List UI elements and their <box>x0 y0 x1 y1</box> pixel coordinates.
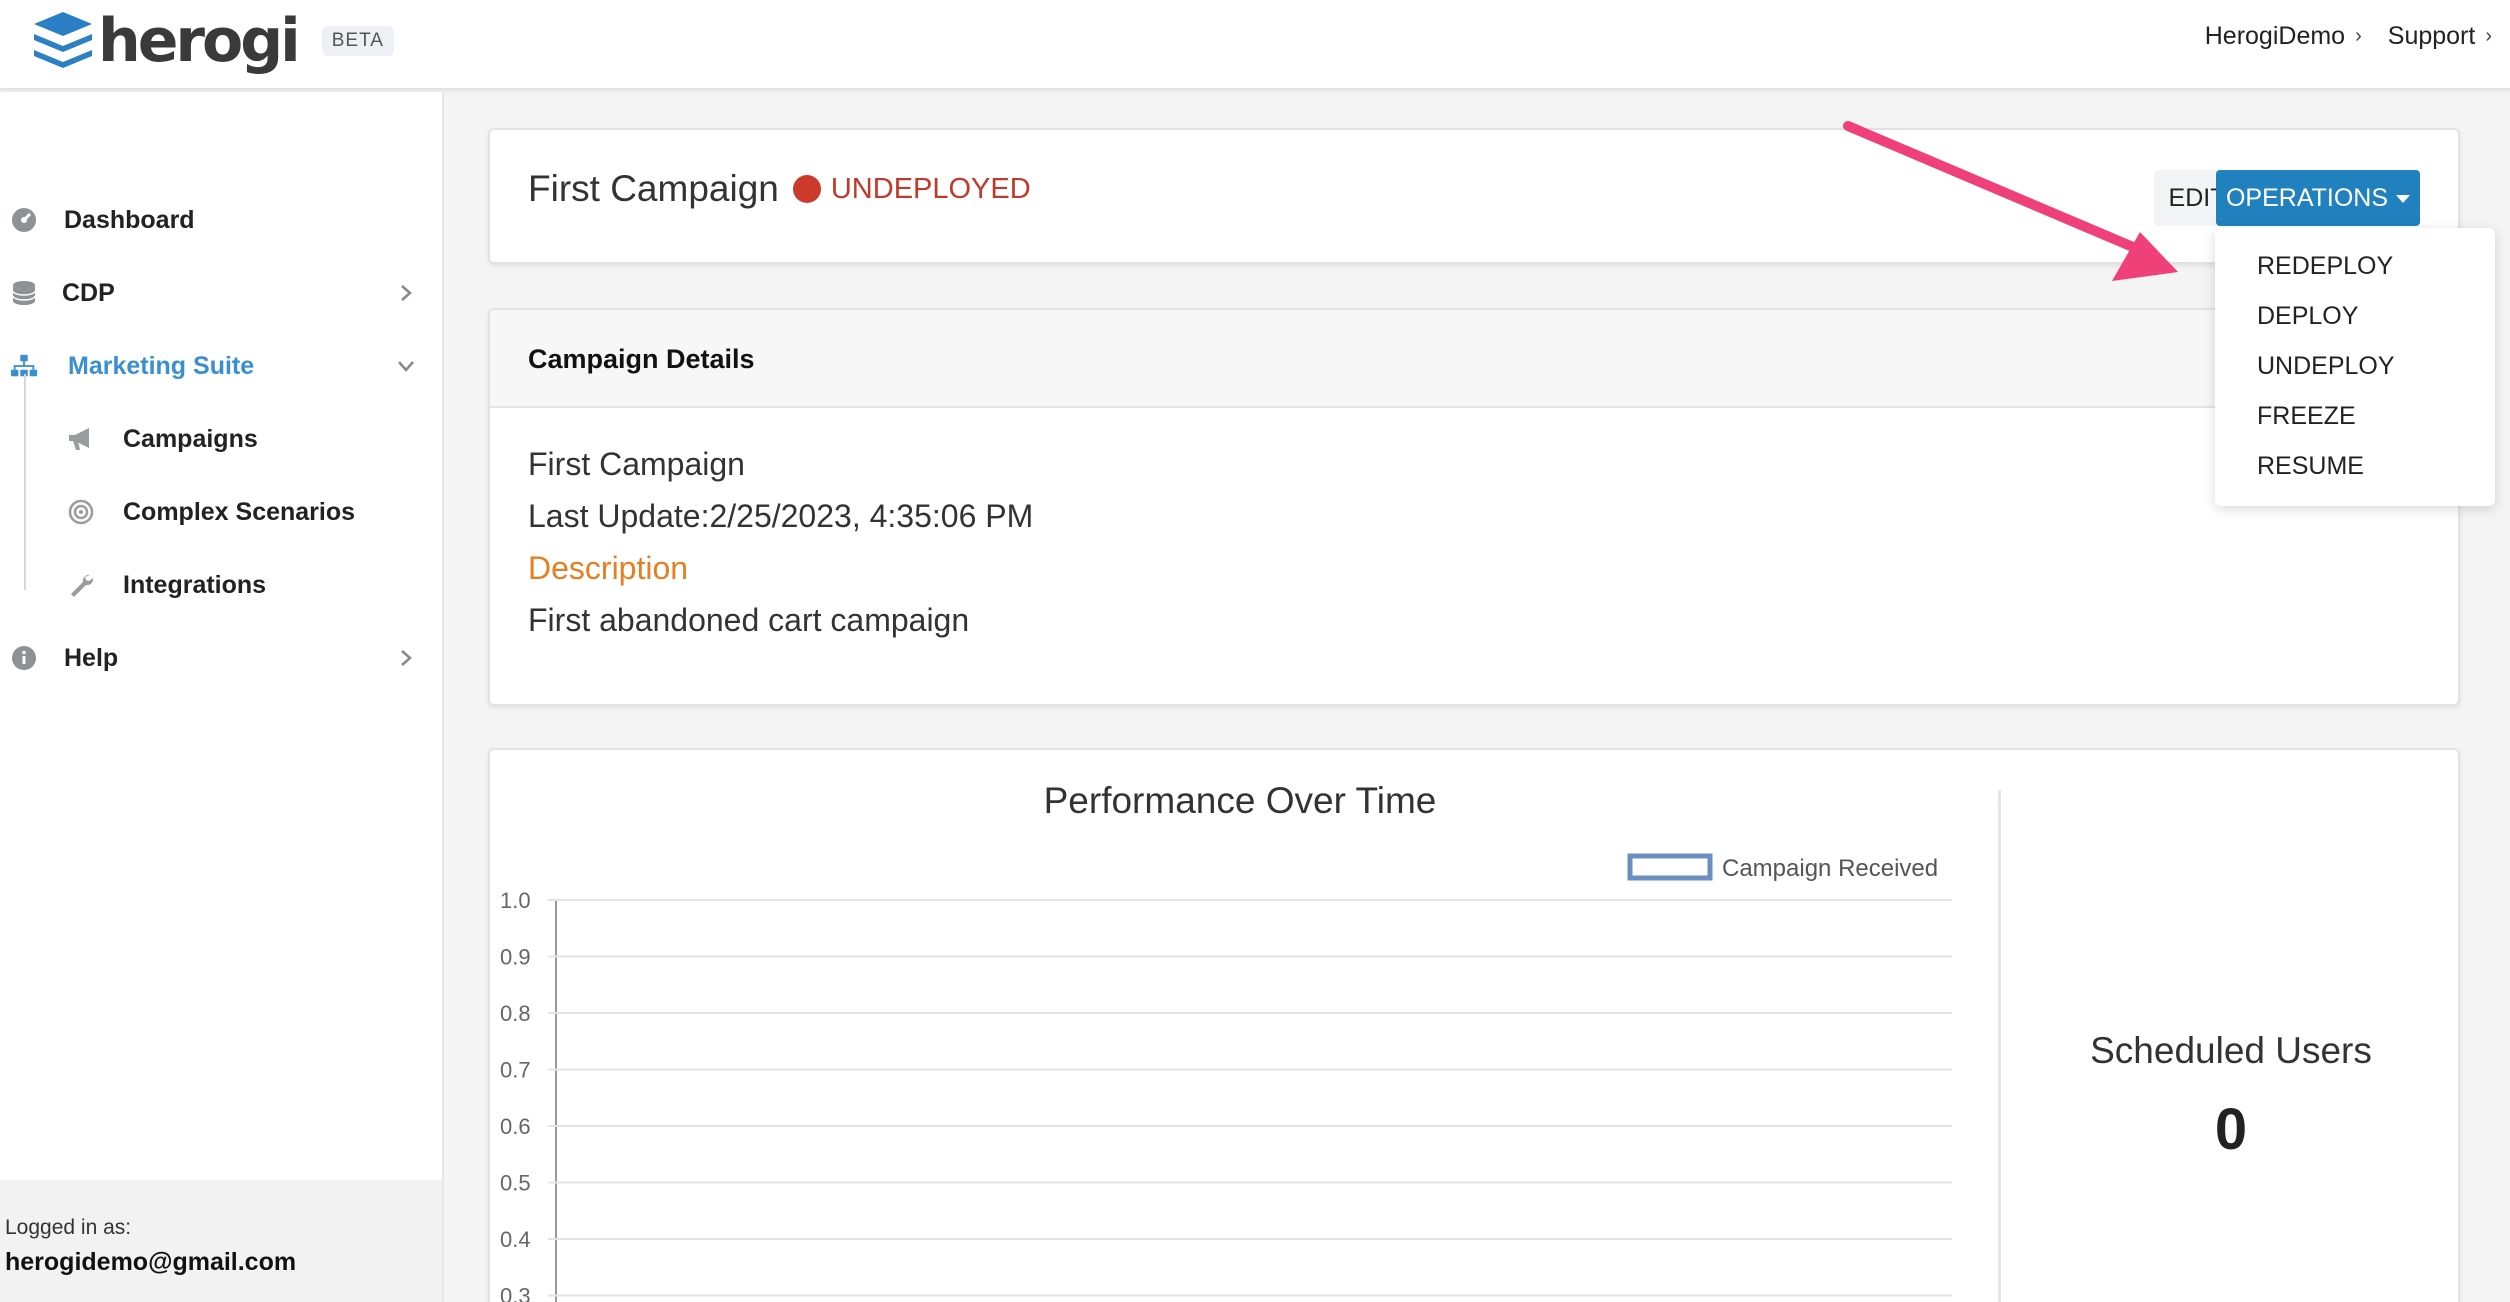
sidebar-item-help[interactable]: Help <box>0 628 444 688</box>
caret-down-icon <box>2396 195 2411 203</box>
sidebar-item-dashboard[interactable]: Dashboard <box>0 190 444 250</box>
campaign-name: First Campaign <box>528 446 745 482</box>
sidebar-item-integrations[interactable]: Integrations <box>0 555 444 615</box>
logged-in-email: herogidemo@gmail.com <box>5 1248 297 1276</box>
top-nav: HerogiDemo › Support › <box>2205 22 2492 51</box>
y-tick-label: 1.0 <box>500 888 531 913</box>
campaign-header-card: First Campaign UNDEPLOYED EDIT OPERATION… <box>488 128 2460 264</box>
sidebar-item-label: Marketing Suite <box>68 351 255 380</box>
sidebar-item-label: Complex Scenarios <box>123 497 356 526</box>
support-label: Support <box>2387 22 2476 50</box>
top-bar: herogi BETA HerogiDemo › Support › <box>0 0 2510 90</box>
logo-text: herogi <box>98 6 301 76</box>
scheduled-users-label: Scheduled Users <box>2090 1030 2372 1071</box>
target-icon <box>66 497 96 527</box>
sidebar-item-label: CDP <box>62 278 115 307</box>
beta-badge: BETA <box>321 26 394 56</box>
campaign-title-row: First Campaign UNDEPLOYED <box>528 168 1031 210</box>
performance-card: Performance Over Time 1.0 0.9 0.8 0.7 0.6 0.5… <box>488 748 2460 1302</box>
details-title: Campaign Details <box>528 344 755 374</box>
chevron-right-icon <box>401 650 412 666</box>
scheduled-users-value: 0 <box>2214 1097 2248 1162</box>
description-label: Description <box>528 550 689 586</box>
wrench-icon <box>66 570 96 600</box>
megaphone-icon <box>66 424 96 454</box>
sidebar-item-campaigns[interactable]: Campaigns <box>0 409 444 469</box>
menu-item-freeze[interactable]: FREEZE <box>2257 402 2356 431</box>
sidebar: Dashboard CDP Marketing Suite Campaigns … <box>0 92 444 1302</box>
sidebar-item-label: Dashboard <box>64 205 195 234</box>
dashboard-icon <box>10 206 38 234</box>
performance-chart: 1.0 0.9 0.8 0.7 0.6 0.5 0.4 0.3 Campaign Receive… <box>500 853 1952 1302</box>
chevron-right-icon: › <box>2485 25 2492 47</box>
support-menu[interactable]: Support › <box>2388 22 2492 51</box>
sidebar-item-complex-scenarios[interactable]: Complex Scenarios <box>0 482 444 542</box>
chevron-right-icon <box>401 285 412 301</box>
y-tick-label: 0.3 <box>500 1284 531 1302</box>
card-divider <box>1998 790 2001 1302</box>
details-header: Campaign Details <box>490 310 2458 408</box>
logged-in-caption: Logged in as: <box>5 1216 132 1239</box>
y-tick-label: 0.9 <box>500 945 531 970</box>
page-title: First Campaign <box>528 168 779 209</box>
operations-button[interactable]: OPERATIONS <box>2216 170 2420 226</box>
y-tick-label: 0.4 <box>500 1227 531 1252</box>
database-icon <box>10 279 38 307</box>
account-label: HerogiDemo <box>2204 22 2346 50</box>
operations-label: OPERATIONS <box>2225 183 2389 212</box>
operations-dropdown: REDEPLOY DEPLOY UNDEPLOY FREEZE RESUME <box>2215 228 2495 506</box>
description-text: First abandoned cart campaign <box>528 602 970 638</box>
y-tick-label: 0.8 <box>500 1001 531 1026</box>
sidebar-item-label: Integrations <box>123 570 267 599</box>
sidebar-item-marketing-suite[interactable]: Marketing Suite <box>0 336 444 396</box>
herogi-logo[interactable]: herogi BETA <box>30 6 394 76</box>
menu-item-resume[interactable]: RESUME <box>2257 452 2364 481</box>
status-dot-icon <box>792 175 821 203</box>
sidebar-item-label: Help <box>64 643 119 672</box>
y-tick-label: 0.5 <box>500 1171 531 1196</box>
legend-label: Campaign Received <box>1722 855 1938 882</box>
logged-in-panel: Logged in as: herogidemo@gmail.com <box>0 1180 442 1302</box>
logo-stack-icon <box>34 12 92 68</box>
sidebar-item-cdp[interactable]: CDP <box>0 263 444 323</box>
campaign-details-card: Campaign Details First Campaign Last Upd… <box>488 308 2460 706</box>
last-update: Last Update:2/25/2023, 4:35:06 PM <box>528 498 1034 534</box>
chevron-right-icon: › <box>2355 25 2362 47</box>
account-menu[interactable]: HerogiDemo › <box>2205 22 2362 51</box>
legend-swatch <box>1627 853 1713 881</box>
chevron-down-icon <box>398 361 414 372</box>
y-tick-label: 0.6 <box>500 1114 531 1139</box>
y-tick-label: 0.7 <box>500 1058 531 1083</box>
menu-item-deploy[interactable]: DEPLOY <box>2257 302 2358 331</box>
menu-item-redeploy[interactable]: REDEPLOY <box>2257 252 2393 281</box>
status-badge: UNDEPLOYED <box>830 172 1031 205</box>
sidebar-item-label: Campaigns <box>123 424 258 453</box>
info-icon <box>10 644 38 672</box>
menu-item-undeploy[interactable]: UNDEPLOY <box>2257 352 2395 381</box>
